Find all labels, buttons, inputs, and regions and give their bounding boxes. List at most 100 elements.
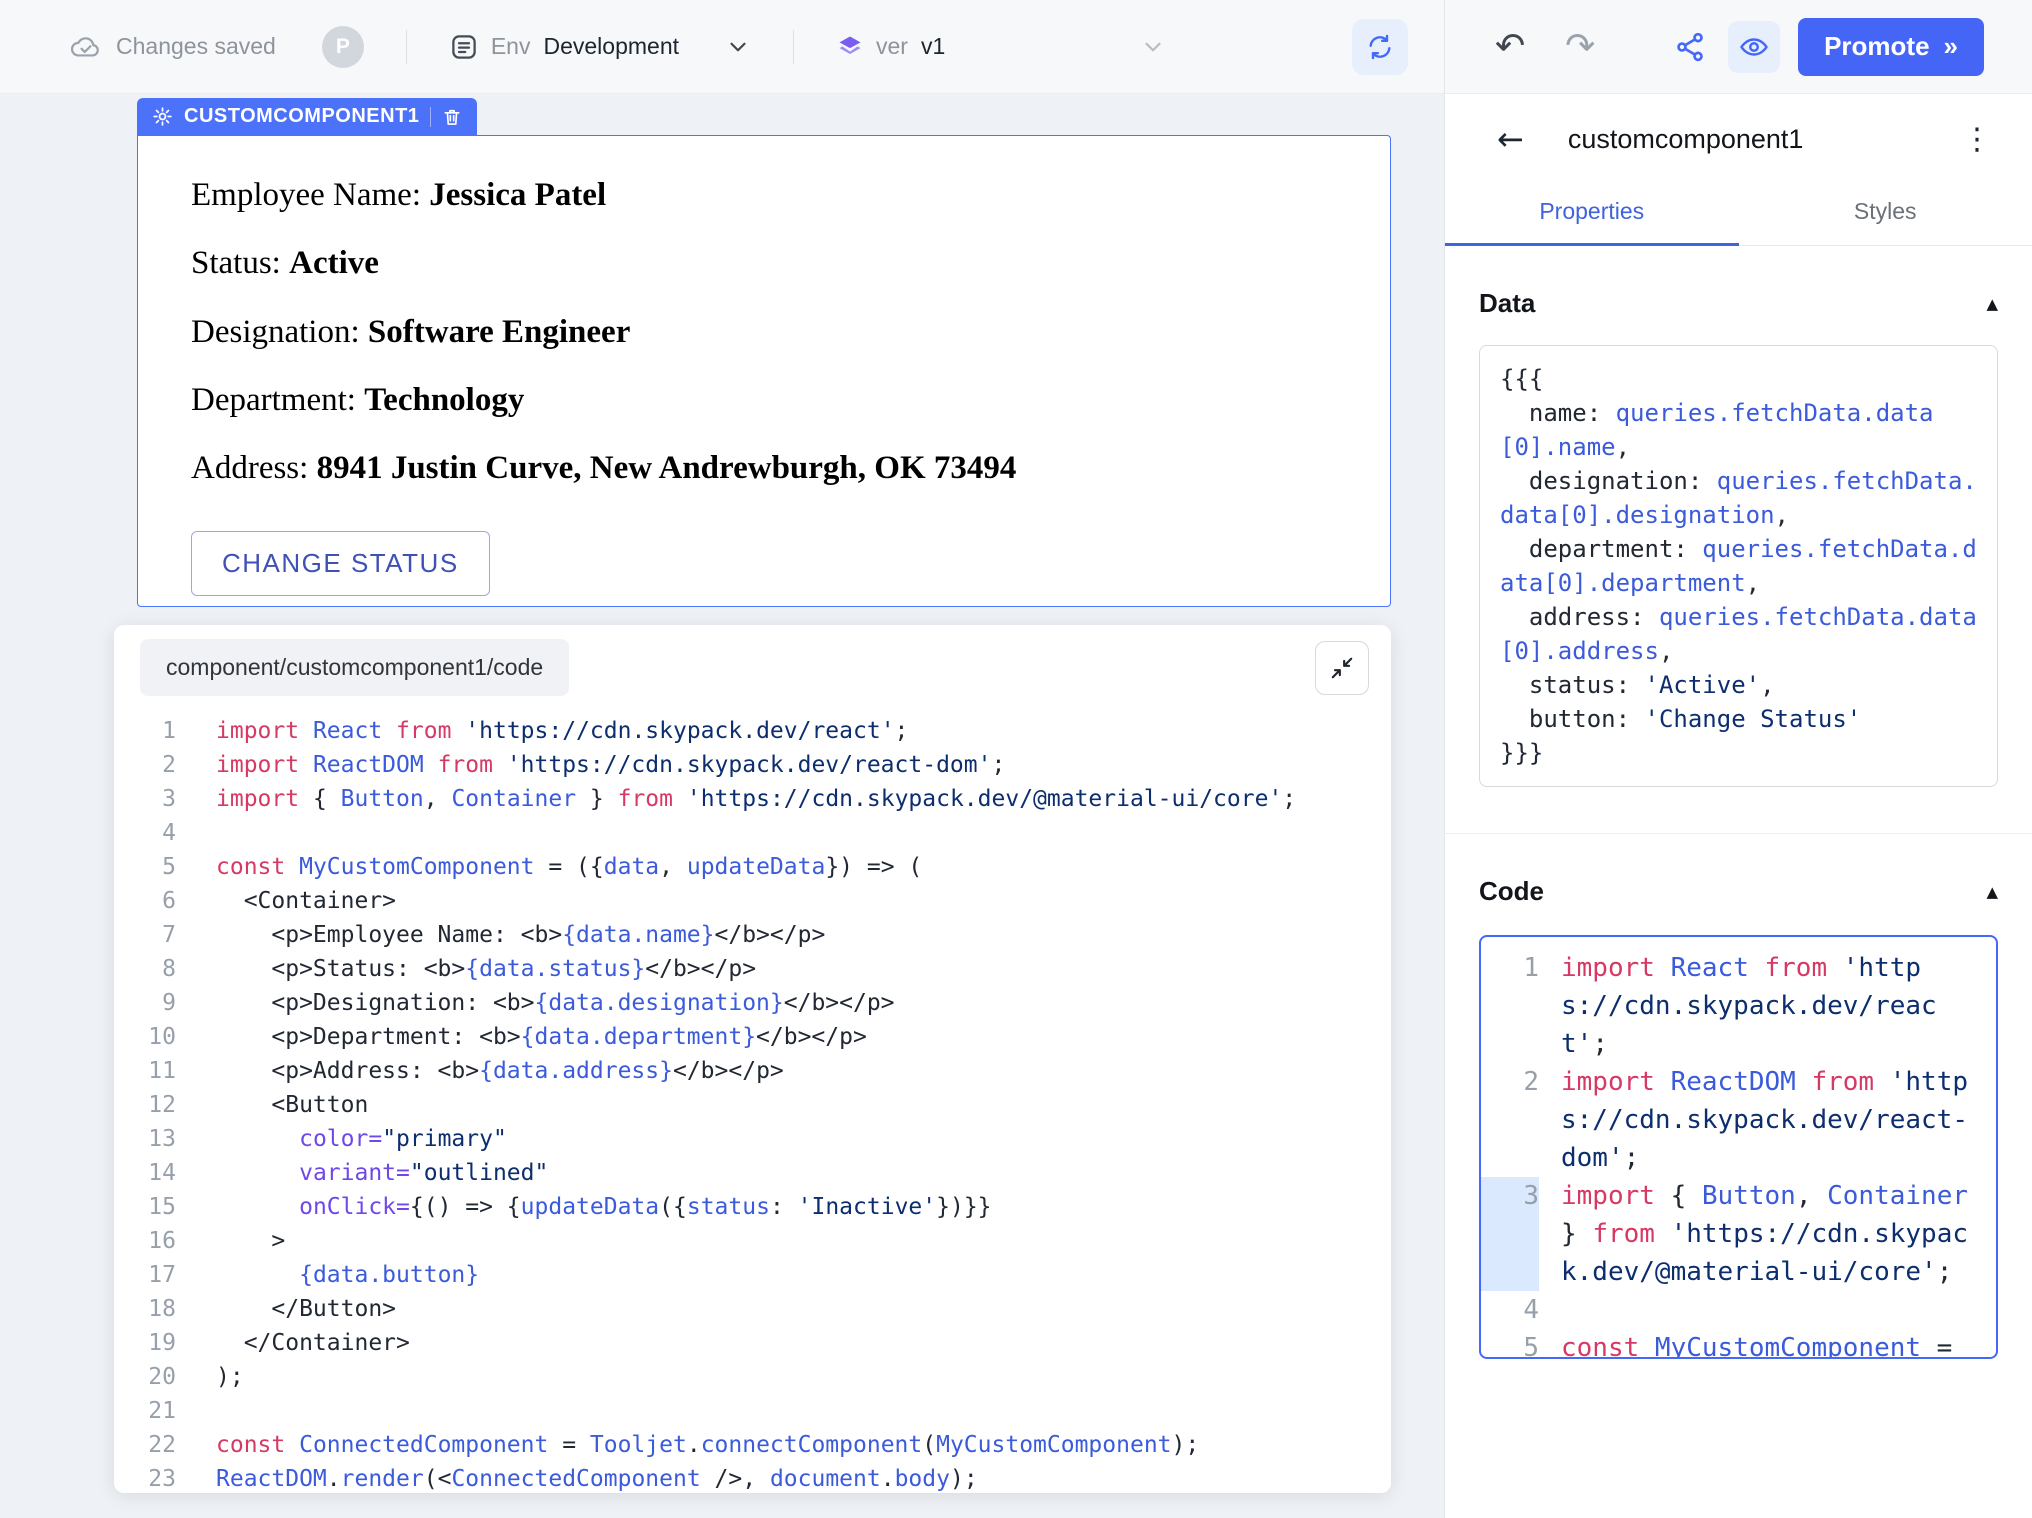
chevron-down-icon — [725, 34, 751, 60]
app-window: Changes saved P Env Development — [0, 0, 2032, 1518]
line-number: 11 — [114, 1054, 176, 1088]
custom-component-widget[interactable]: CUSTOMCOMPONENT1 Employee Name: Jessica … — [137, 98, 1391, 607]
code-line: button: 'Change Status' — [1500, 702, 1977, 736]
component-tag-label: CUSTOMCOMPONENT1 — [184, 105, 419, 128]
data-section-header[interactable]: Data ▲ — [1479, 288, 1998, 319]
line-number: 14 — [114, 1156, 176, 1190]
code-line: 1import React from 'https://cdn.skypack.… — [1481, 949, 1996, 1063]
divider — [430, 107, 431, 127]
env-icon — [449, 32, 479, 62]
component-field: Department: Technology — [191, 381, 1337, 419]
line-number: 5 — [1481, 1329, 1539, 1359]
code-line: name: queries.fetchData.data[0].name, — [1500, 396, 1977, 464]
code-line: status: 'Active', — [1500, 668, 1977, 702]
line-number: 23 — [114, 1462, 176, 1493]
code-section-title: Code — [1479, 876, 1544, 907]
tab-styles[interactable]: Styles — [1739, 180, 2032, 245]
code-line: 19 </Container> — [114, 1326, 1391, 1360]
topbar: Changes saved P Env Development — [0, 0, 1444, 94]
undo-icon[interactable]: ↶ — [1495, 29, 1525, 65]
collapse-editor-button[interactable] — [1315, 641, 1369, 695]
code-line: 10 <p>Department: <b>{data.department}</… — [114, 1020, 1391, 1054]
code-line: 2import ReactDOM from 'https://cdn.skypa… — [114, 748, 1391, 782]
version-label: ver — [876, 33, 908, 60]
code-line: 5const MyCustomComponent = ({data, updat… — [1481, 1329, 1996, 1359]
preview-button[interactable] — [1728, 21, 1780, 73]
change-status-button[interactable]: CHANGE STATUS — [191, 531, 490, 596]
refresh-icon — [1366, 33, 1394, 61]
avatar[interactable]: P — [322, 26, 364, 68]
collapse-triangle-icon[interactable]: ▲ — [1986, 295, 1998, 313]
trash-icon[interactable] — [442, 107, 462, 127]
promote-chevrons-icon: » — [1944, 31, 1958, 62]
line-number: 7 — [114, 918, 176, 952]
cloud-saved-icon — [70, 34, 102, 60]
code-line: department: queries.fetchData.data[0].de… — [1500, 532, 1977, 600]
environment-selector[interactable]: Env Development — [449, 32, 751, 62]
line-number: 3 — [1481, 1177, 1539, 1291]
inspector-tabs: Properties Styles — [1445, 180, 2032, 246]
line-number: 4 — [114, 816, 176, 850]
panel-header: ↶ ↷ Promote » — [1445, 0, 2032, 94]
code-line: 8 <p>Status: <b>{data.status}</b></p> — [114, 952, 1391, 986]
divider — [1445, 833, 2032, 834]
custom-component-preview: Employee Name: Jessica PatelStatus: Acti… — [137, 135, 1391, 607]
eye-icon — [1739, 32, 1769, 62]
collapse-triangle-icon[interactable]: ▲ — [1986, 883, 1998, 901]
code-line: 2import ReactDOM from 'https://cdn.skypa… — [1481, 1063, 1996, 1177]
kebab-menu-icon[interactable]: ⋮ — [1962, 122, 1992, 157]
code-editor[interactable]: 1import React from 'https://cdn.skypack.… — [114, 706, 1391, 1493]
line-number: 15 — [114, 1190, 176, 1224]
divider — [793, 30, 794, 64]
code-section-header[interactable]: Code ▲ — [1479, 876, 1998, 907]
changes-saved-label: Changes saved — [116, 33, 276, 60]
line-number: 5 — [114, 850, 176, 884]
code-line: address: queries.fetchData.data[0].addre… — [1500, 600, 1977, 668]
line-number: 10 — [114, 1020, 176, 1054]
code-line: 23ReactDOM.render(<ConnectedComponent />… — [114, 1462, 1391, 1493]
component-fields: Employee Name: Jessica PatelStatus: Acti… — [191, 176, 1337, 487]
version-icon — [836, 33, 864, 61]
builder-region: Changes saved P Env Development — [0, 0, 1444, 1518]
component-tag[interactable]: CUSTOMCOMPONENT1 — [137, 98, 477, 135]
divider — [406, 30, 407, 64]
gear-icon — [152, 106, 173, 127]
code-line: 17 {data.button} — [114, 1258, 1391, 1292]
app-canvas[interactable]: CUSTOMCOMPONENT1 Employee Name: Jessica … — [0, 94, 1444, 1518]
inspector-body: ← customcomponent1 ⋮ Properties Styles D… — [1445, 94, 2032, 1359]
line-number: 2 — [1481, 1063, 1539, 1177]
code-section: Code ▲ 1import React from 'https://cdn.s… — [1445, 876, 2032, 1359]
code-property-editor[interactable]: 1import React from 'https://cdn.skypack.… — [1479, 935, 1998, 1359]
line-number: 13 — [114, 1122, 176, 1156]
promote-button[interactable]: Promote » — [1798, 18, 1984, 76]
refresh-button[interactable] — [1352, 19, 1408, 75]
env-value: Development — [543, 33, 679, 60]
code-line: 5const MyCustomComponent = ({data, updat… — [114, 850, 1391, 884]
code-line: 20); — [114, 1360, 1391, 1394]
code-editor-panel: component/customcomponent1/code 1import … — [114, 625, 1391, 1493]
code-line: 7 <p>Employee Name: <b>{data.name}</b></… — [114, 918, 1391, 952]
line-number: 16 — [114, 1224, 176, 1258]
code-line: 9 <p>Designation: <b>{data.designation}<… — [114, 986, 1391, 1020]
line-number: 21 — [114, 1394, 176, 1428]
share-icon[interactable] — [1674, 31, 1706, 63]
line-number: 1 — [114, 714, 176, 748]
line-number: 1 — [1481, 949, 1539, 1063]
code-line: 15 onClick={() => {updateData({status: '… — [114, 1190, 1391, 1224]
code-line: {{{ — [1500, 362, 1977, 396]
code-line: 16 > — [114, 1224, 1391, 1258]
data-binding-editor[interactable]: {{{ name: queries.fetchData.data[0].name… — [1479, 345, 1998, 787]
code-editor-tab[interactable]: component/customcomponent1/code — [140, 639, 569, 696]
code-line: 14 variant="outlined" — [114, 1156, 1391, 1190]
component-field: Designation: Software Engineer — [191, 313, 1337, 351]
redo-icon[interactable]: ↷ — [1565, 29, 1595, 65]
code-line: 11 <p>Address: <b>{data.address}</b></p> — [114, 1054, 1391, 1088]
component-field: Status: Active — [191, 244, 1337, 282]
version-value: v1 — [921, 33, 945, 60]
code-panel-header: component/customcomponent1/code — [114, 625, 1391, 706]
tab-properties[interactable]: Properties — [1445, 180, 1739, 245]
line-number: 12 — [114, 1088, 176, 1122]
line-number: 18 — [114, 1292, 176, 1326]
back-arrow-icon[interactable]: ← — [1497, 120, 1524, 158]
version-selector[interactable]: ver v1 — [836, 33, 1166, 61]
